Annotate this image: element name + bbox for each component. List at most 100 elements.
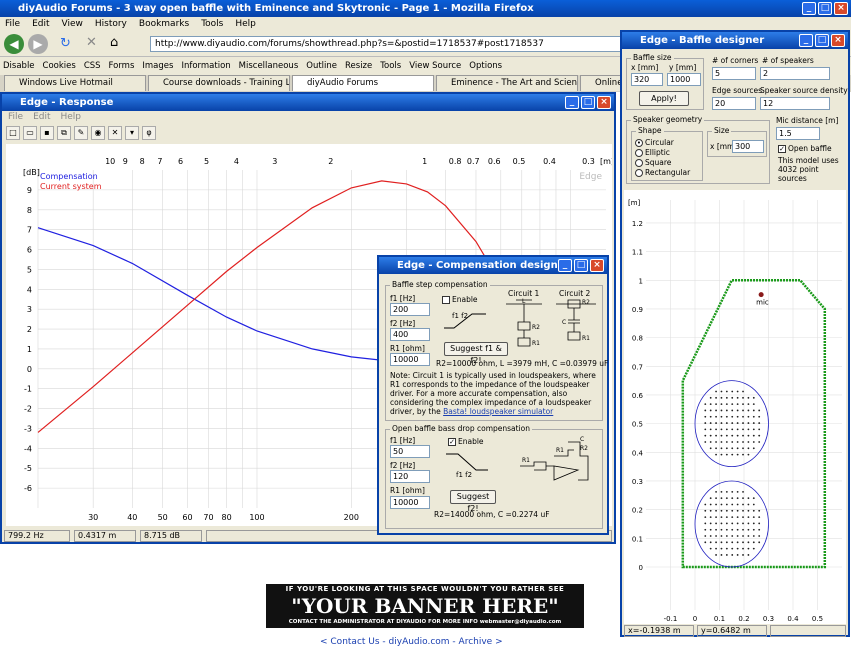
top-tick-label: 0.7 <box>467 157 480 166</box>
baffle-y-input[interactable]: 1000 <box>667 73 701 86</box>
menu-bookmarks[interactable]: Bookmarks <box>139 17 189 31</box>
forward-icon[interactable]: ▶ <box>28 34 48 54</box>
speaker-point-source <box>747 522 750 525</box>
tool-images[interactable]: Images <box>142 57 173 75</box>
bsc-r1-input[interactable]: 10000 <box>390 353 430 366</box>
corners-spinner[interactable]: 5 <box>712 67 756 80</box>
tab-course[interactable]: Course downloads - Training Li... <box>148 75 290 91</box>
baffle-x-input[interactable]: 320 <box>631 73 663 86</box>
comp-close-button[interactable]: × <box>590 259 604 272</box>
tab-hotmail[interactable]: Windows Live Hotmail <box>4 75 146 91</box>
ob-r1-input[interactable]: 10000 <box>390 496 430 509</box>
menu-edit[interactable]: Edit <box>32 17 49 31</box>
density-spinner[interactable]: 12 <box>760 97 830 110</box>
pen-icon[interactable]: ✎ <box>74 126 88 140</box>
baffle-minimize-button[interactable]: _ <box>799 34 813 47</box>
edge-watermark: Edge <box>579 172 602 182</box>
basta-link[interactable]: Basta! loudspeaker simulator <box>443 407 553 416</box>
status-frequency: 799.2 Hz <box>4 530 70 542</box>
tool-miscellaneous[interactable]: Miscellaneous <box>239 57 299 75</box>
speaker-point-source <box>720 541 723 544</box>
response-maximize-button[interactable]: □ <box>581 96 595 109</box>
minimize-button[interactable]: _ <box>802 2 816 15</box>
tool-disable[interactable]: Disable <box>3 57 35 75</box>
ad-banner[interactable]: IF YOU'RE LOOKING AT THIS SPACE WOULDN'T… <box>266 584 584 628</box>
dropdown-icon[interactable]: ▾ <box>125 126 139 140</box>
back-icon[interactable]: ◀ <box>4 34 24 54</box>
speaker-point-source <box>742 428 744 431</box>
speaker-point-source <box>725 403 728 406</box>
bsc-enable-checkbox[interactable]: Enable <box>442 295 478 304</box>
tool-forms[interactable]: Forms <box>109 57 135 75</box>
delete-icon[interactable]: ✕ <box>108 126 122 140</box>
open-baffle-box[interactable]: ✓ <box>778 145 786 153</box>
copy-icon[interactable]: ⧉ <box>57 126 71 140</box>
radio-elliptic[interactable] <box>635 149 643 157</box>
baffle-close-button[interactable]: × <box>831 34 845 47</box>
radio-circular[interactable]: • <box>635 139 643 147</box>
response-menu-edit[interactable]: Edit <box>33 112 50 122</box>
tab-eminence[interactable]: Eminence - The Art and Scienc... <box>436 75 578 91</box>
suggest-f2-button[interactable]: Suggest f2! <box>450 490 496 513</box>
shape-elliptic[interactable]: Elliptic <box>635 148 670 157</box>
menu-view[interactable]: View <box>62 17 83 31</box>
response-menu-help[interactable]: Help <box>61 112 82 122</box>
tool-cookies[interactable]: Cookies <box>43 57 76 75</box>
suggest-f1-f2-button[interactable]: Suggest f1 & f2! <box>444 342 508 365</box>
new-icon[interactable]: □ <box>6 126 20 140</box>
y-tick-label: 8 <box>27 206 32 215</box>
comp-minimize-button[interactable]: _ <box>558 259 572 272</box>
apply-button[interactable]: Apply! <box>639 91 689 106</box>
mic-distance-input[interactable]: 1.5 <box>776 127 820 140</box>
tool-tools[interactable]: Tools <box>380 57 401 75</box>
tool-options[interactable]: Options <box>469 57 502 75</box>
home-icon[interactable]: ⌂ <box>110 35 118 50</box>
close-button[interactable]: × <box>834 2 848 15</box>
reload-icon[interactable]: ↻ <box>60 36 71 51</box>
speakers-spinner[interactable]: 2 <box>760 67 830 80</box>
save-icon[interactable]: ▪ <box>40 126 54 140</box>
open-baffle-checkbox[interactable]: ✓ Open baffle <box>778 144 832 153</box>
speaker-icon[interactable]: ◉ <box>91 126 105 140</box>
phase-icon[interactable]: φ <box>142 126 156 140</box>
ob-enable-checkbox[interactable]: ✓ Enable <box>448 437 484 446</box>
menu-help[interactable]: Help <box>235 17 256 31</box>
shape-rectangular[interactable]: Rectangular <box>635 168 690 177</box>
edge-sources-spinner[interactable]: 20 <box>712 97 756 110</box>
tool-css[interactable]: CSS <box>84 57 101 75</box>
radio-rectangular[interactable] <box>635 169 643 177</box>
open-icon[interactable]: ▭ <box>23 126 37 140</box>
stop-icon[interactable]: ✕ <box>86 35 97 50</box>
baffle-y-tick: 0.8 <box>632 335 643 343</box>
response-menu-file[interactable]: File <box>8 112 23 122</box>
bsc-f2-input[interactable]: 400 <box>390 328 430 341</box>
tool-information[interactable]: Information <box>181 57 230 75</box>
baffle-maximize-button[interactable]: □ <box>815 34 829 47</box>
ob-enable-box[interactable]: ✓ <box>448 438 456 446</box>
bsc-f1-input[interactable]: 200 <box>390 303 430 316</box>
response-minimize-button[interactable]: _ <box>565 96 579 109</box>
radio-square[interactable] <box>635 159 643 167</box>
maximize-button[interactable]: □ <box>818 2 832 15</box>
ob-f1-input[interactable]: 50 <box>390 445 430 458</box>
size-x-input[interactable]: 300 <box>732 140 764 153</box>
tool-outline[interactable]: Outline <box>306 57 337 75</box>
menu-file[interactable]: File <box>5 17 20 31</box>
shape-circular[interactable]: • Circular <box>635 138 674 147</box>
baffle-y-tick: 0.3 <box>632 478 643 486</box>
menu-history[interactable]: History <box>95 17 127 31</box>
tool-view-source[interactable]: View Source <box>409 57 461 75</box>
speaker-point-source <box>715 528 717 531</box>
svg-text:R2: R2 <box>532 324 540 331</box>
footer-links[interactable]: < Contact Us - diyAudio.com - Archive > <box>320 637 503 647</box>
bsc-enable-box[interactable] <box>442 296 450 304</box>
response-close-button[interactable]: × <box>597 96 611 109</box>
baffle-plot[interactable]: 0 0.1 0.2 0.3 0.4 0.5 0.6 0.7 0.8 0.9 1 1.1 1.2 -0.1 0… <box>624 190 846 624</box>
tool-resize[interactable]: Resize <box>345 57 372 75</box>
tab-diyaudio[interactable]: diyAudio Forums <box>292 75 434 91</box>
baffle-size-label: Baffle size <box>631 53 674 62</box>
comp-maximize-button[interactable]: □ <box>574 259 588 272</box>
ob-f2-input[interactable]: 120 <box>390 470 430 483</box>
shape-square[interactable]: Square <box>635 158 671 167</box>
menu-tools[interactable]: Tools <box>201 17 223 31</box>
